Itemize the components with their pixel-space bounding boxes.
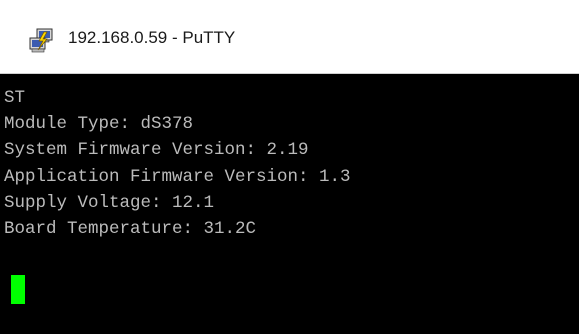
terminal-line: Supply Voltage: 12.1: [4, 192, 215, 213]
terminal-line: System Firmware Version: 2.19: [4, 140, 309, 161]
title-bar[interactable]: 192.168.0.59 - PuTTY: [0, 0, 579, 74]
putty-icon[interactable]: [28, 28, 54, 54]
terminal-line: Application Firmware Version: 1.3: [4, 166, 351, 187]
terminal-output: ST Module Type: dS378 System Firmware Ve…: [4, 85, 351, 242]
terminal-line: Module Type: dS378: [4, 114, 194, 135]
terminal-line: ST: [4, 88, 26, 108]
terminal-cursor: [11, 275, 25, 304]
terminal-area[interactable]: ST Module Type: dS378 System Firmware Ve…: [0, 74, 579, 334]
putty-window: 192.168.0.59 - PuTTY ST Module Type: dS3…: [0, 0, 579, 334]
terminal-line: Board Temperature: 31.2C: [4, 218, 257, 239]
window-title: 192.168.0.59 - PuTTY: [68, 28, 236, 47]
